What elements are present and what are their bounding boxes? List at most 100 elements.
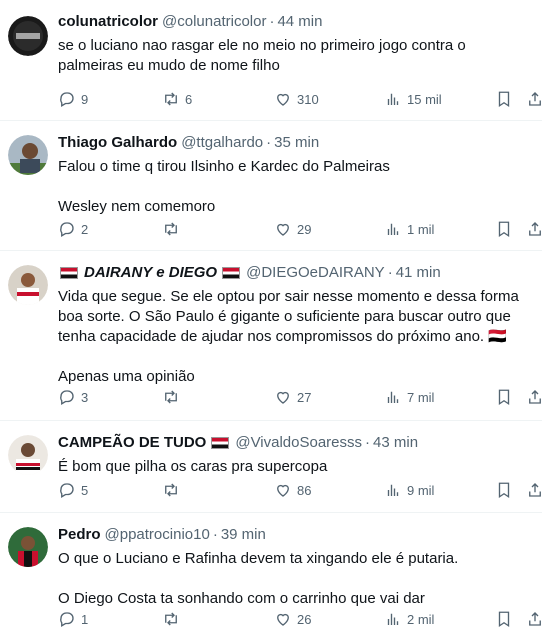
tweet[interactable]: DAIRANY e DIEGO @DIEGOeDAIRANY · 41 min …: [0, 251, 542, 421]
user-handle[interactable]: @DIEGOeDAIRANY: [246, 263, 385, 283]
timestamp[interactable]: 39 min: [221, 525, 266, 545]
display-name[interactable]: CAMPEÃO DE TUDO: [58, 433, 206, 453]
reply-count: 1: [81, 611, 89, 627]
views-button[interactable]: 9 mil: [384, 480, 434, 500]
retweet-button[interactable]: [162, 219, 185, 239]
display-name[interactable]: Thiago Galhardo: [58, 133, 177, 153]
reply-icon: [60, 612, 74, 627]
retweet-icon: [165, 222, 177, 236]
bookmark-button[interactable]: [495, 219, 513, 239]
share-icon: [529, 390, 541, 404]
avatar[interactable]: [8, 16, 48, 56]
retweet-icon: [165, 390, 177, 404]
like-button[interactable]: 29: [274, 219, 311, 239]
user-handle[interactable]: @colunatricolor: [162, 12, 266, 32]
tweet[interactable]: colunatricolor @colunatricolor · 44 min …: [0, 0, 542, 121]
display-name[interactable]: Pedro: [58, 525, 101, 545]
reply-count: 2: [81, 221, 89, 237]
retweet-icon: [165, 612, 177, 626]
avatar[interactable]: [8, 135, 48, 175]
views-icon: [387, 484, 399, 496]
bookmark-icon: [498, 91, 510, 108]
avatar[interactable]: [8, 265, 48, 305]
action-bar: 2 29 1 mil: [58, 219, 541, 239]
retweet-count: 6: [185, 91, 193, 107]
user-handle[interactable]: @ppatrocinio10: [105, 525, 210, 545]
tweet[interactable]: CAMPEÃO DE TUDO @VivaldoSoaresss · 43 mi…: [0, 421, 542, 513]
tweet[interactable]: Pedro @ppatrocinio10 · 39 min O que o Lu…: [0, 513, 542, 634]
views-button[interactable]: 7 mil: [384, 387, 434, 407]
views-count: 15 mil: [407, 91, 442, 107]
timestamp[interactable]: 35 min: [274, 133, 319, 153]
timestamp[interactable]: 41 min: [396, 263, 441, 283]
like-count: 310: [297, 91, 319, 107]
bookmark-icon: [498, 482, 510, 499]
reply-button[interactable]: 3: [58, 387, 88, 407]
share-icon: [529, 222, 541, 236]
views-button[interactable]: 15 mil: [384, 89, 442, 109]
bookmark-button[interactable]: [495, 89, 513, 109]
share-button[interactable]: [526, 609, 542, 629]
tweet[interactable]: Thiago Galhardo @ttgalhardo · 35 min Fal…: [0, 121, 542, 251]
action-bar: 5 86 9 mil: [58, 480, 541, 500]
views-icon: [387, 93, 399, 105]
retweet-button[interactable]: [162, 609, 185, 629]
like-icon: [277, 484, 289, 497]
action-bar: 3 27 7 mil: [58, 387, 541, 407]
reply-icon: [60, 92, 74, 107]
reply-button[interactable]: 5: [58, 480, 88, 500]
views-button[interactable]: 1 mil: [384, 219, 434, 239]
share-icon: [529, 612, 541, 626]
like-count: 27: [297, 389, 312, 405]
retweet-button[interactable]: 6: [162, 89, 192, 109]
share-button[interactable]: [526, 219, 542, 239]
reply-count: 9: [81, 91, 89, 107]
bookmark-icon: [498, 389, 510, 406]
share-button[interactable]: [526, 89, 542, 109]
views-icon: [387, 391, 399, 403]
like-button[interactable]: 27: [274, 387, 311, 407]
like-icon: [277, 223, 289, 236]
display-name[interactable]: colunatricolor: [58, 12, 158, 32]
reply-count: 5: [81, 482, 89, 498]
reply-icon: [60, 483, 74, 498]
views-count: 2 mil: [407, 611, 435, 627]
timestamp[interactable]: 43 min: [373, 433, 418, 453]
avatar[interactable]: [8, 435, 48, 475]
timestamp[interactable]: 44 min: [277, 12, 322, 32]
reply-button[interactable]: 2: [58, 219, 88, 239]
reply-button[interactable]: 1: [58, 609, 88, 629]
reply-button[interactable]: 9: [58, 89, 88, 109]
bookmark-button[interactable]: [495, 609, 513, 629]
views-button[interactable]: 2 mil: [384, 609, 434, 629]
like-icon: [277, 391, 289, 404]
views-icon: [387, 223, 399, 235]
avatar[interactable]: [8, 527, 48, 567]
bookmark-button[interactable]: [495, 387, 513, 407]
like-count: 26: [297, 611, 312, 627]
like-count: 86: [297, 482, 312, 498]
tweet-text: O que o Luciano e Rafinha devem ta xinga…: [58, 550, 459, 607]
like-button[interactable]: 26: [274, 609, 311, 629]
like-button[interactable]: 310: [274, 89, 319, 109]
retweet-icon: [165, 483, 177, 497]
share-button[interactable]: [526, 387, 542, 407]
user-handle[interactable]: @VivaldoSoaresss: [235, 433, 362, 453]
bookmark-button[interactable]: [495, 480, 513, 500]
like-button[interactable]: 86: [274, 480, 311, 500]
tweet-text: se o luciano nao rasgar ele no meio no p…: [58, 37, 470, 74]
retweet-icon: [165, 92, 177, 106]
retweet-button[interactable]: [162, 480, 185, 500]
retweet-button[interactable]: [162, 387, 185, 407]
action-bar: 9 6 310 15 mil: [58, 89, 541, 109]
reply-icon: [60, 390, 74, 405]
user-handle[interactable]: @ttgalhardo: [181, 133, 263, 153]
display-name[interactable]: DAIRANY e DIEGO: [84, 263, 217, 283]
like-icon: [277, 93, 289, 106]
bookmark-icon: [498, 611, 510, 628]
share-icon: [529, 92, 541, 106]
tweet-feed: colunatricolor @colunatricolor · 44 min …: [0, 0, 542, 634]
flag-icon: [211, 437, 230, 449]
share-button[interactable]: [526, 480, 542, 500]
reply-icon: [60, 222, 74, 237]
